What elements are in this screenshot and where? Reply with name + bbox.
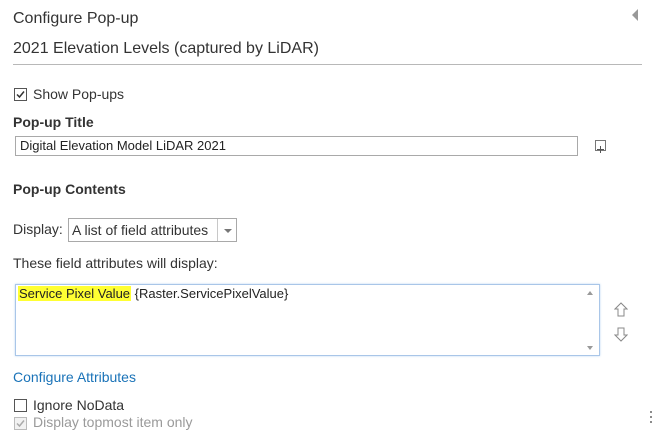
field-attributes-content: Service Pixel Value {Raster.ServicePixel… bbox=[18, 286, 288, 301]
display-select[interactable]: A list of field attributes bbox=[68, 218, 237, 242]
collapse-panel-button[interactable] bbox=[629, 7, 643, 23]
checkmark-icon bbox=[16, 91, 25, 99]
dropdown-arrow-icon bbox=[224, 229, 232, 233]
insert-field-button[interactable] bbox=[595, 140, 606, 153]
panel-title: Configure Pop-up bbox=[13, 10, 139, 27]
show-popups-checkbox[interactable] bbox=[14, 88, 27, 101]
configure-attributes-link[interactable]: Configure Attributes bbox=[13, 369, 136, 385]
textarea-scrollbar[interactable] bbox=[582, 285, 599, 355]
ignore-nodata-checkbox[interactable] bbox=[14, 399, 27, 412]
display-topmost-label: Display topmost item only bbox=[33, 414, 193, 430]
display-topmost-checkbox[interactable] bbox=[14, 417, 27, 430]
checkmark-icon bbox=[16, 420, 25, 428]
move-up-icon bbox=[613, 302, 629, 317]
popup-title-heading: Pop-up Title bbox=[13, 114, 94, 130]
field-expression: {Raster.ServicePixelValue} bbox=[131, 286, 289, 301]
resize-grip-icon bbox=[650, 411, 652, 423]
scroll-up-icon[interactable] bbox=[587, 291, 593, 295]
display-select-value: A list of field attributes bbox=[72, 222, 209, 238]
scroll-down-icon[interactable] bbox=[587, 346, 593, 350]
move-up-button[interactable] bbox=[613, 302, 629, 321]
select-divider bbox=[217, 219, 218, 241]
display-label: Display: bbox=[13, 221, 63, 237]
popup-title-input[interactable]: Digital Elevation Model LiDAR 2021 bbox=[15, 136, 578, 156]
ignore-nodata-label: Ignore NoData bbox=[33, 397, 125, 413]
collapse-icon bbox=[632, 9, 638, 21]
insert-field-icon bbox=[597, 146, 604, 153]
highlighted-field-name: Service Pixel Value bbox=[18, 286, 132, 301]
field-attributes-textarea[interactable]: Service Pixel Value {Raster.ServicePixel… bbox=[15, 284, 600, 356]
resize-grip[interactable] bbox=[649, 410, 653, 429]
show-popups-label: Show Pop-ups bbox=[33, 86, 125, 102]
popup-contents-heading: Pop-up Contents bbox=[13, 181, 126, 197]
header-divider bbox=[13, 64, 642, 65]
move-down-button[interactable] bbox=[613, 326, 629, 345]
fields-display-label: These field attributes will display: bbox=[13, 255, 218, 271]
move-down-icon bbox=[613, 327, 629, 342]
layer-name: 2021 Elevation Levels (captured by LiDAR… bbox=[13, 40, 319, 57]
